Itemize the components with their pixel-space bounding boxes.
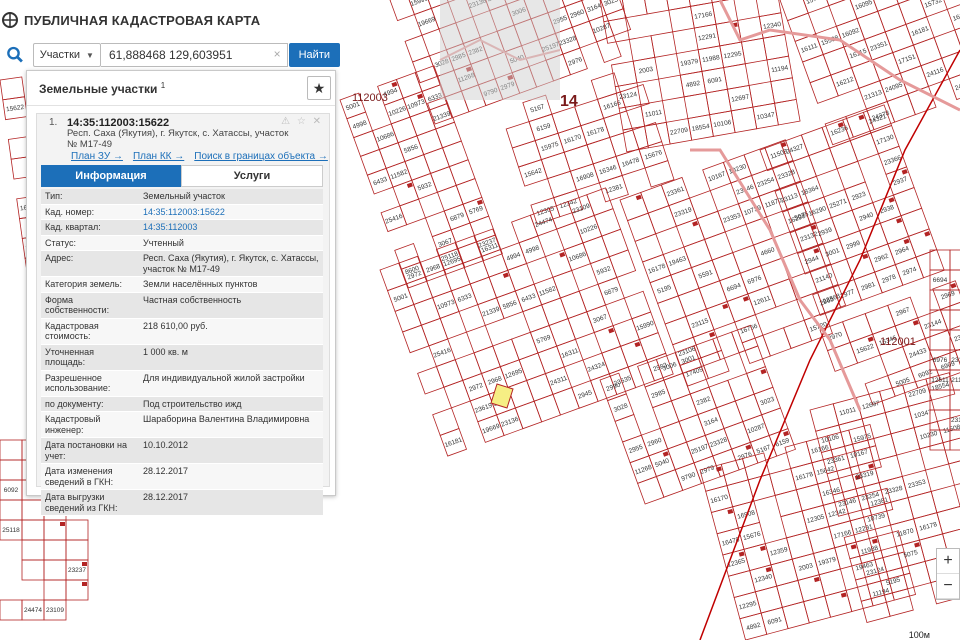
detail-value: 218 610,00 руб. <box>143 320 208 331</box>
result-address: Респ. Саха (Якутия), г. Якутск, с. Хатас… <box>67 128 289 150</box>
clear-icon[interactable]: × <box>274 47 281 61</box>
detail-row: Кад. номер: 14:35:112003:15622 <box>41 204 323 220</box>
detail-row: Кадастровый инженер: Шараборина Валентина… <box>41 412 323 438</box>
parcel-label: 6976 <box>933 357 948 364</box>
detail-key: Уточненная площадь: <box>45 346 95 368</box>
detail-key: Форма собственности: <box>45 294 110 316</box>
quarter-label: 14 <box>560 93 578 110</box>
detail-value: Земельный участок <box>143 191 225 201</box>
logo-icon <box>2 12 18 28</box>
zoom-in-button[interactable]: + <box>937 549 959 574</box>
layer-select-label: Участки <box>39 49 81 61</box>
parcel-label: 23115 <box>951 357 960 364</box>
result-card[interactable]: 1. 14:35:112003:15622 ⚠ ☆ ✕ Респ. Саха (… <box>36 113 330 516</box>
parcel-label: 6092 <box>4 487 19 494</box>
building-marker <box>82 582 87 586</box>
detail-value: Земли населённых пунктов <box>143 279 258 289</box>
tab-services[interactable]: Услуги <box>181 165 323 187</box>
detail-row: Дата изменения сведений в ГКН: 28.12.2017 <box>41 464 323 490</box>
result-count: 1 <box>160 80 166 90</box>
building-marker <box>60 522 65 526</box>
quarter-label: 112003 <box>352 92 388 104</box>
detail-row: Категория земель: Земли населённых пункто… <box>41 277 323 293</box>
detail-value: 1 000 кв. м <box>143 346 188 357</box>
parcel-label: 24474 <box>24 607 42 614</box>
tab-information[interactable]: Информация <box>41 165 181 187</box>
parcel-label: 6694 <box>933 277 948 284</box>
detail-row: Тип: Земельный участок <box>41 189 323 205</box>
panel-title-text: Земельные участки <box>39 81 158 96</box>
detail-row: Статус: Учтенный <box>41 235 323 251</box>
quarter-label: 112001 <box>880 336 916 348</box>
detail-row: Уточненная площадь: 1 000 кв. м <box>41 344 323 371</box>
detail-row: по документу: Под строительство ижд <box>41 396 323 412</box>
search-icon[interactable] <box>6 45 25 65</box>
parcel-label: 23237 <box>68 567 86 574</box>
detail-key: Тип: <box>45 191 63 201</box>
chevron-down-icon: ▼ <box>86 50 94 60</box>
detail-value: Шараборина Валентина Владимировна <box>143 414 310 424</box>
detail-key: Разрешенное использование: <box>45 372 111 394</box>
detail-row: Разрешенное использование: Для индивидуал… <box>41 370 323 397</box>
detail-row: Дата постановки на учет: 10.10.2012 <box>41 438 323 464</box>
detail-key: Статус: <box>45 237 76 248</box>
search-bar: Участки ▼ 61,888468 129,603951 × Найти <box>0 40 340 70</box>
detail-row: Кад. квартал: 14:35:112003 <box>41 220 323 236</box>
search-query-text: 61,888468 129,603951 <box>108 48 233 62</box>
parcel-label: 12611 <box>931 377 949 384</box>
detail-key: Дата изменения сведений в ГКН: <box>45 466 114 487</box>
scale-label: 100м <box>908 630 930 640</box>
detail-row: Дата выгрузки сведений из ГКН: 28.12.2017 <box>41 490 323 516</box>
parcel-label: 23106 <box>951 417 960 424</box>
plan-kk-link[interactable]: План КК → <box>133 151 184 162</box>
detail-key: Дата постановки на учет: <box>45 440 128 461</box>
card-tabs: Информация Услуги <box>41 165 323 187</box>
parcel-label: 25118 <box>2 527 20 534</box>
detail-value: 10.10.2012 <box>143 440 189 450</box>
block-shade <box>440 0 560 100</box>
panel-header: Земельные участки 1 ★ <box>27 71 335 106</box>
detail-value: 28.12.2017 <box>143 492 189 502</box>
app-header: ПУБЛИЧНАЯ КАДАСТРОВАЯ КАРТА <box>0 0 340 40</box>
parcel-label: 23109 <box>46 607 64 614</box>
detail-key: Кадастровая стоимость: <box>45 320 99 342</box>
zoom-out-button[interactable]: − <box>937 574 959 599</box>
parcel-label: 21140 <box>951 377 960 384</box>
favorite-icon[interactable]: ★ <box>307 76 331 100</box>
building-marker <box>82 562 87 566</box>
plan-zu-link[interactable]: План ЗУ → <box>71 151 123 162</box>
results-panel: Земельные участки 1 ★ 1. 14:35:112003:15… <box>26 70 336 516</box>
detail-key: Категория земель: <box>45 279 122 289</box>
detail-value: Респ. Саха (Якутия), г. Якутск, с. Хатас… <box>143 253 319 274</box>
detail-key: Кадастровый инженер: <box>45 414 101 435</box>
detail-value[interactable]: 14:35:112003 <box>139 220 323 235</box>
details-table: Тип: Земельный участок Кад. номер: 14:35:11… <box>41 189 323 516</box>
app-title: ПУБЛИЧНАЯ КАДАСТРОВАЯ КАРТА <box>24 12 261 28</box>
detail-value: Частная собственность <box>143 294 242 305</box>
detail-row: Кадастровая стоимость: 218 610,00 руб. <box>41 318 323 345</box>
detail-key: Кад. квартал: <box>45 222 101 232</box>
detail-key: Дата выгрузки сведений из ГКН: <box>45 492 118 513</box>
detail-key: Кад. номер: <box>45 206 95 217</box>
result-index: 1. <box>49 117 58 128</box>
search-input[interactable]: 61,888468 129,603951 × <box>100 43 288 67</box>
detail-value[interactable]: 14:35:112003:15622 <box>139 205 323 220</box>
detail-row: Форма собственности: Частная собственност… <box>41 292 323 319</box>
detail-key: по документу: <box>45 398 104 409</box>
detail-value: Для индивидуальной жилой застройки <box>143 372 305 383</box>
detail-key: Адрес: <box>45 253 74 263</box>
card-action-icons[interactable]: ⚠ ☆ ✕ <box>281 116 323 127</box>
detail-value: Учтенный <box>143 237 184 248</box>
zoom-control: + − <box>936 548 960 600</box>
card-links: План ЗУ → План КК → Поиск в границах объ… <box>71 151 328 162</box>
find-button[interactable]: Найти <box>288 43 340 67</box>
detail-value: Под строительство ижд <box>143 398 242 409</box>
detail-value: 28.12.2017 <box>143 466 189 476</box>
layer-select[interactable]: Участки ▼ <box>32 43 101 67</box>
search-in-bounds-link[interactable]: Поиск в границах объекта → <box>194 151 328 162</box>
panel-title: Земельные участки 1 <box>39 81 165 96</box>
detail-row: Адрес: Респ. Саха (Якутия), г. Якутск, с.… <box>41 251 323 277</box>
